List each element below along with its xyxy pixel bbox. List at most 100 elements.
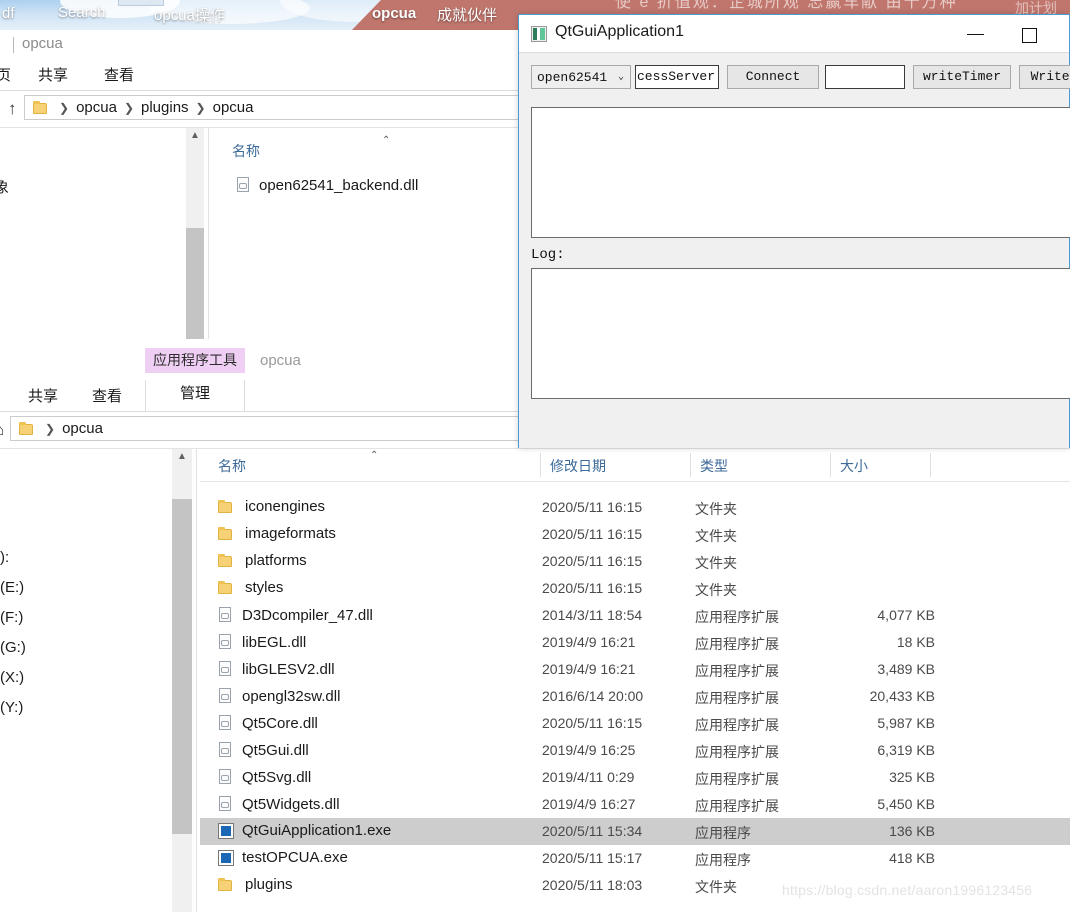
column-divider[interactable] bbox=[690, 453, 691, 477]
table-row[interactable]: testOPCUA.exe 2020/5/11 15:17 应用程序 418 K… bbox=[200, 845, 1070, 872]
table-row[interactable]: Qt5Core.dll 2020/5/11 16:15 应用程序扩展 5,987… bbox=[200, 710, 1070, 737]
folder-icon bbox=[218, 500, 233, 513]
nav-pane-scrollbar[interactable]: ▲ bbox=[172, 449, 192, 912]
table-row[interactable]: libEGL.dll 2019/4/9 16:21 应用程序扩展 18 KB bbox=[200, 629, 1070, 656]
row-name-cell[interactable]: Qt5Svg.dll bbox=[218, 768, 311, 786]
nav-item-fragment[interactable]: 象 bbox=[0, 176, 9, 197]
write-button[interactable]: WriteD bbox=[1019, 65, 1070, 89]
ribbon-tab-view[interactable]: 查看 bbox=[92, 385, 122, 406]
maximize-button[interactable] bbox=[1015, 25, 1045, 45]
chevron-up-icon[interactable]: ▲ bbox=[172, 449, 192, 465]
row-name-label: plugins bbox=[245, 876, 293, 893]
row-name-cell[interactable]: plugins bbox=[218, 876, 293, 893]
row-name-cell[interactable]: styles bbox=[218, 579, 283, 596]
explorer-window-top: opcua 页 共享 查看 ↑ ❯ opcua ❯ plugins ❯ opcu… bbox=[0, 30, 520, 348]
nav-item-drive-y[interactable]: (Y:) bbox=[0, 699, 23, 716]
table-row[interactable]: libGLESV2.dll 2019/4/9 16:21 应用程序扩展 3,48… bbox=[200, 656, 1070, 683]
column-header-name[interactable]: 名称 bbox=[218, 456, 246, 476]
breadcrumb-segment-2[interactable]: plugins bbox=[141, 99, 189, 116]
row-name-cell[interactable]: iconengines bbox=[218, 498, 325, 515]
ribbon-tab-view[interactable]: 查看 bbox=[104, 64, 134, 85]
row-name-cell[interactable]: QtGuiApplication1.exe bbox=[218, 822, 391, 839]
nav-item-drive-g[interactable]: (G:) bbox=[0, 639, 26, 656]
pane-splitter[interactable] bbox=[196, 449, 197, 912]
ribbon-tab-manage[interactable]: 管理 bbox=[145, 380, 245, 411]
contextual-tab-app-tools[interactable]: 应用程序工具 bbox=[145, 348, 245, 373]
row-name-cell[interactable]: testOPCUA.exe bbox=[218, 849, 348, 866]
pane-splitter[interactable] bbox=[208, 128, 209, 339]
table-row[interactable]: QtGuiApplication1.exe 2020/5/11 15:34 应用… bbox=[200, 818, 1070, 845]
table-row[interactable]: imageformats 2020/5/11 16:15 文件夹 bbox=[200, 521, 1070, 548]
row-name-cell[interactable]: libEGL.dll bbox=[218, 633, 306, 651]
scrollbar-thumb[interactable] bbox=[172, 499, 192, 834]
minimize-button[interactable] bbox=[961, 25, 991, 43]
watermark-text: https://blog.csdn.net/aaron1996123456 bbox=[782, 882, 1033, 898]
backend-select-value: open62541 bbox=[537, 69, 608, 85]
endpoint-input[interactable]: cessServer bbox=[635, 65, 719, 89]
table-row[interactable]: platforms 2020/5/11 16:15 文件夹 bbox=[200, 548, 1070, 575]
up-arrow-icon[interactable]: ↑ bbox=[8, 99, 17, 119]
dll-file-icon bbox=[218, 741, 234, 759]
banner-slogan: 成就伙伴 bbox=[437, 7, 498, 24]
banner-tab-opcua-ops[interactable]: opcua操作 bbox=[154, 4, 225, 25]
nav-item-drive-e[interactable]: (E:) bbox=[0, 579, 24, 596]
row-name-cell[interactable]: imageformats bbox=[218, 525, 336, 542]
row-name-cell[interactable]: Qt5Gui.dll bbox=[218, 741, 309, 759]
folder-icon bbox=[218, 554, 233, 567]
explorer-top-tab-title[interactable]: opcua bbox=[13, 35, 63, 53]
breadcrumb[interactable]: ❯ opcua ❯ plugins ❯ opcua bbox=[24, 95, 520, 120]
explorer-bottom-body: ): (E:) (F:) (G:) (X:) (Y:) ▲ 名称 ⌃ 修改日期 … bbox=[0, 448, 1070, 912]
sort-ascending-icon: ⌃ bbox=[382, 135, 391, 146]
table-row[interactable]: Qt5Gui.dll 2019/4/9 16:25 应用程序扩展 6,319 K… bbox=[200, 737, 1070, 764]
chevron-right-icon: ❯ bbox=[59, 100, 70, 115]
write-timer-button[interactable]: writeTimer bbox=[913, 65, 1011, 89]
node-input[interactable] bbox=[825, 65, 905, 89]
column-header-size[interactable]: 大小 bbox=[840, 456, 868, 476]
banner-tab-df[interactable]: df bbox=[2, 5, 15, 22]
row-name-label: Qt5Svg.dll bbox=[242, 768, 312, 786]
row-name-cell[interactable]: libGLESV2.dll bbox=[218, 660, 335, 678]
table-row[interactable]: Qt5Svg.dll 2019/4/11 0:29 应用程序扩展 325 KB bbox=[200, 764, 1070, 791]
column-divider[interactable] bbox=[540, 453, 541, 477]
column-header-type[interactable]: 类型 bbox=[700, 456, 728, 476]
nav-item-drive-0[interactable]: ): bbox=[0, 549, 9, 566]
ribbon-tab-share[interactable]: 共享 bbox=[38, 64, 68, 85]
breadcrumb-segment-3[interactable]: opcua bbox=[213, 99, 254, 116]
breadcrumb-segment-1[interactable]: opcua bbox=[76, 99, 117, 116]
connect-button[interactable]: Connect bbox=[727, 65, 819, 89]
row-name-cell[interactable]: D3Dcompiler_47.dll bbox=[218, 606, 373, 624]
output-textarea[interactable] bbox=[531, 107, 1070, 238]
nav-item-drive-f[interactable]: (F:) bbox=[0, 609, 23, 626]
up-arrow-icon[interactable]: ⌂ bbox=[0, 420, 4, 440]
window-title: opcua bbox=[260, 352, 301, 369]
ribbon-tab-home[interactable]: 页 bbox=[0, 64, 11, 85]
column-divider[interactable] bbox=[930, 453, 931, 477]
column-divider[interactable] bbox=[830, 453, 831, 477]
log-textarea[interactable] bbox=[531, 268, 1070, 399]
banner-tab-search[interactable]: Search bbox=[58, 4, 106, 21]
row-name-cell[interactable]: Qt5Core.dll bbox=[218, 714, 318, 732]
scrollbar-thumb[interactable] bbox=[186, 228, 204, 339]
row-name-cell[interactable]: Qt5Widgets.dll bbox=[218, 795, 340, 813]
row-name-cell[interactable]: opengl32sw.dll bbox=[218, 687, 340, 705]
table-row[interactable]: Qt5Widgets.dll 2019/4/9 16:27 应用程序扩展 5,4… bbox=[200, 791, 1070, 818]
explorer-top-ribbon: 页 共享 查看 bbox=[0, 60, 520, 91]
table-row[interactable]: D3Dcompiler_47.dll 2014/3/11 18:54 应用程序扩… bbox=[200, 602, 1070, 629]
nav-item-drive-x[interactable]: (X:) bbox=[0, 669, 24, 686]
table-row[interactable]: styles 2020/5/11 16:15 文件夹 bbox=[200, 575, 1070, 602]
qt-titlebar[interactable]: QtGuiApplication1 bbox=[519, 15, 1069, 53]
table-row[interactable]: opengl32sw.dll 2016/6/14 20:00 应用程序扩展 20… bbox=[200, 683, 1070, 710]
table-row[interactable]: iconengines 2020/5/11 16:15 文件夹 bbox=[200, 494, 1070, 521]
row-date-cell: 2016/6/14 20:00 bbox=[542, 688, 644, 704]
folder-icon bbox=[33, 101, 48, 114]
ribbon-tab-share[interactable]: 共享 bbox=[28, 385, 58, 406]
row-name-label: Qt5Core.dll bbox=[242, 714, 318, 732]
column-header-date[interactable]: 修改日期 bbox=[550, 456, 606, 476]
column-header-name[interactable]: 名称 bbox=[232, 141, 260, 161]
nav-pane-scrollbar[interactable]: ▲ bbox=[186, 128, 204, 339]
breadcrumb-segment-1[interactable]: opcua bbox=[62, 420, 103, 437]
chevron-up-icon[interactable]: ▲ bbox=[186, 128, 204, 144]
backend-select[interactable]: open62541 ⌄ bbox=[531, 65, 631, 89]
list-item[interactable]: open62541_backend.dll bbox=[236, 176, 418, 194]
row-name-cell[interactable]: platforms bbox=[218, 552, 307, 569]
